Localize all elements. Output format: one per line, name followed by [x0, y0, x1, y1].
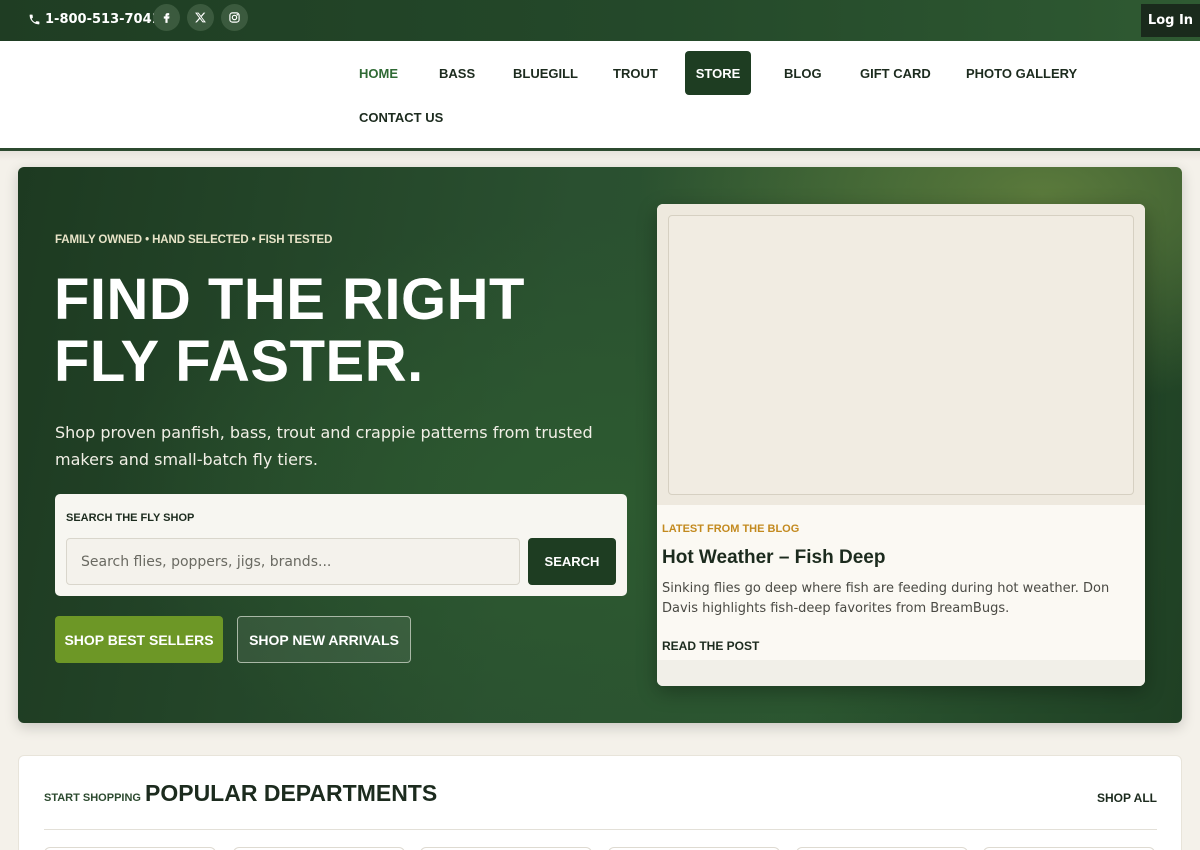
shop-new-arrivals-button[interactable]: SHOP NEW ARRIVALS	[237, 616, 411, 663]
blog-image-frame	[657, 204, 1145, 505]
hero-banner: FAMILY OWNED • HAND SELECTED • FISH TEST…	[18, 167, 1182, 723]
top-bar: 1-800-513-7041 Log In	[0, 0, 1200, 41]
hero-eyebrow: FAMILY OWNED • HAND SELECTED • FISH TEST…	[55, 234, 333, 246]
phone-link[interactable]: 1-800-513-7041	[28, 12, 161, 27]
blog-excerpt: Sinking flies go deep where fish are fee…	[662, 581, 1110, 616]
blog-card-footer	[657, 660, 1145, 686]
x-twitter-button[interactable]	[187, 4, 214, 31]
login-button[interactable]: Log In	[1141, 4, 1200, 37]
blog-card[interactable]: LATEST FROM THE BLOG Hot Weather – Fish …	[657, 204, 1145, 686]
search-panel: SEARCH THE FLY SHOP SEARCH	[55, 494, 627, 596]
search-label: SEARCH THE FLY SHOP	[66, 512, 195, 524]
blog-title[interactable]: Hot Weather – Fish Deep	[662, 547, 885, 569]
nav-gift-card[interactable]: GIFT CARD	[860, 66, 931, 81]
phone-icon	[29, 14, 40, 25]
nav-bluegill[interactable]: BLUEGILL	[513, 66, 578, 81]
instagram-button[interactable]	[221, 4, 248, 31]
blog-image[interactable]	[668, 215, 1134, 495]
nav-trout[interactable]: TROUT	[613, 66, 658, 81]
departments-divider	[44, 829, 1157, 830]
phone-number: 1-800-513-7041	[45, 12, 161, 27]
blog-eyebrow: LATEST FROM THE BLOG	[662, 523, 800, 535]
hero-headline: FIND THE RIGHT FLY FASTER.	[54, 267, 525, 394]
shop-best-sellers-button[interactable]: SHOP BEST SELLERS	[55, 616, 223, 663]
nav-shadow	[0, 151, 1200, 161]
facebook-icon	[163, 13, 170, 23]
search-button[interactable]: SEARCH	[528, 538, 616, 585]
nav-bass[interactable]: BASS	[439, 66, 475, 81]
nav-blog[interactable]: BLOG	[784, 66, 822, 81]
departments-eyebrow: START SHOPPING	[44, 792, 141, 804]
instagram-icon	[229, 12, 240, 23]
hero-subtext: Shop proven panfish, bass, trout and cra…	[55, 423, 593, 469]
main-nav: HOME BASS BLUEGILL TROUT STORE BLOG GIFT…	[0, 41, 1200, 151]
read-post-link[interactable]: READ THE POST	[662, 639, 759, 653]
nav-home[interactable]: HOME	[359, 66, 398, 81]
nav-store[interactable]: STORE	[685, 51, 751, 95]
shop-all-link[interactable]: SHOP ALL	[1097, 791, 1157, 805]
popular-departments: START SHOPPING POPULAR DEPARTMENTS SHOP …	[18, 755, 1182, 850]
nav-photo-gallery[interactable]: PHOTO GALLERY	[966, 66, 1077, 81]
nav-contact-us[interactable]: CONTACT US	[359, 110, 443, 125]
x-twitter-icon	[195, 12, 206, 23]
facebook-button[interactable]	[153, 4, 180, 31]
departments-title: POPULAR DEPARTMENTS	[145, 780, 438, 806]
search-input[interactable]	[66, 538, 520, 585]
